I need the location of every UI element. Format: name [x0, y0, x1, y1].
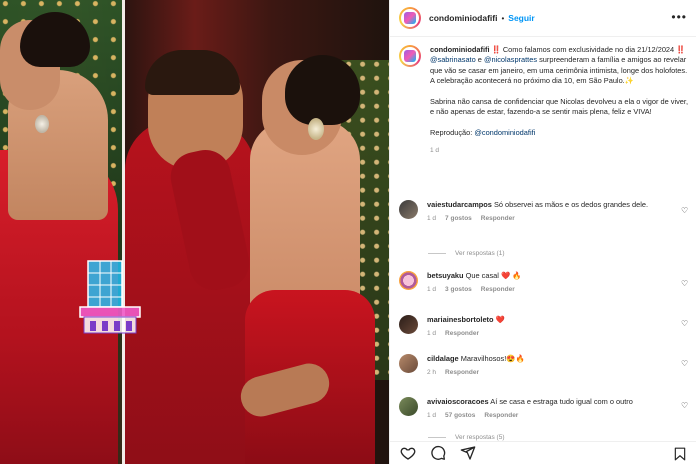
comment-username[interactable]: mariainesbortoleto	[427, 315, 494, 324]
comment-item: cildalage Maravilhosos!😍🔥 2 h Responder	[399, 354, 689, 376]
view-replies-label: Ver respostas (5)	[455, 434, 505, 441]
caption-text-b: e	[475, 55, 484, 65]
comment-item: avivaioscoracoes Aí se casa e estraga tu…	[399, 397, 689, 419]
watermark	[62, 235, 192, 345]
brand-logo-icon	[404, 50, 416, 62]
follow-button[interactable]: Seguir	[508, 13, 534, 23]
comment-body: cildalage Maravilhosos!😍🔥 2 h Responder	[427, 354, 667, 376]
post-image[interactable]	[0, 0, 389, 464]
comment-likes[interactable]: 3 gostos	[445, 286, 472, 293]
share-icon[interactable]	[460, 445, 476, 461]
caption-paragraph-3: Reprodução: @condominiodafifi	[430, 128, 689, 138]
profile-avatar[interactable]	[399, 7, 421, 29]
comment-avatar[interactable]	[399, 397, 418, 416]
comment-meta: 1 d Responder	[427, 330, 667, 337]
earring-left	[35, 115, 49, 133]
comment-time: 2 h	[427, 369, 437, 377]
comment-content: Que casal ❤️ 🔥	[465, 271, 522, 280]
caption-paragraph-1: condominiodafifi ‼️ Como falamos com exc…	[430, 45, 689, 87]
comment-like-heart-icon[interactable]: ♡	[681, 359, 690, 368]
view-replies-button[interactable]: Ver respostas (5)	[428, 434, 505, 441]
view-replies-label: Ver respostas (1)	[455, 250, 505, 257]
replies-line	[428, 253, 446, 254]
separator-dot: •	[501, 13, 505, 23]
comment-meta: 2 h Responder	[427, 369, 667, 376]
comment-meta: 1 d 3 gostos Responder	[427, 286, 667, 293]
caption-timestamp: 1 d	[430, 147, 440, 155]
replies-line	[428, 437, 446, 438]
earring-right	[308, 118, 324, 140]
comment-text: cildalage Maravilhosos!😍🔥	[427, 354, 667, 364]
reply-button[interactable]: Responder	[481, 286, 515, 293]
comment-content: Maravilhosos!😍🔥	[460, 354, 525, 363]
reply-button[interactable]: Responder	[484, 412, 518, 419]
comment-time: 1 d	[427, 330, 437, 338]
caption-avatar[interactable]	[399, 45, 421, 67]
comment-likes[interactable]: 7 gostos	[445, 215, 472, 222]
action-bar	[390, 441, 696, 464]
comment-body: avivaioscoracoes Aí se casa e estraga tu…	[427, 397, 667, 419]
comment-likes[interactable]: 57 gostos	[445, 412, 475, 419]
header-username[interactable]: condominiodafifi	[429, 13, 497, 23]
comment-item: mariainesbortoleto ❤️ 1 d Responder	[399, 315, 689, 337]
comment-username[interactable]: vaiestudarcampos	[427, 200, 492, 209]
comment-avatar[interactable]	[399, 271, 418, 290]
view-replies-button[interactable]: Ver respostas (1)	[428, 250, 505, 257]
man-hair	[145, 50, 240, 95]
comment-body: vaiestudarcampos Só observei as mãos e o…	[427, 200, 667, 222]
comment-meta: 1 d 57 gostos Responder	[427, 412, 667, 419]
comment-content: Aí se casa e estraga tudo igual com o ou…	[490, 397, 633, 406]
comment-text: vaiestudarcampos Só observei as mãos e o…	[427, 200, 667, 210]
brand-logo-icon	[404, 12, 416, 24]
bookmark-icon[interactable]	[673, 446, 687, 462]
comment-avatar[interactable]	[399, 315, 418, 334]
comment-icon[interactable]	[430, 445, 446, 461]
reply-button[interactable]: Responder	[445, 369, 479, 376]
avatar-ring	[401, 9, 419, 27]
reply-button[interactable]: Responder	[445, 330, 479, 337]
caption-body: condominiodafifi ‼️ Como falamos com exc…	[430, 45, 689, 156]
caption-username[interactable]: condominiodafifi	[430, 45, 490, 54]
comment-username[interactable]: cildalage	[427, 354, 459, 363]
mention-link[interactable]: @nicolasprattes	[484, 55, 537, 64]
comment-text: mariainesbortoleto ❤️	[427, 315, 667, 325]
comment-username[interactable]: avivaioscoracoes	[427, 397, 489, 406]
heart-icon[interactable]	[400, 445, 416, 461]
comment-item: betsuyaku Que casal ❤️ 🔥 1 d 3 gostos Re…	[399, 271, 689, 293]
comment-time: 1 d	[427, 215, 437, 223]
comment-text: betsuyaku Que casal ❤️ 🔥	[427, 271, 667, 281]
comment-content: ❤️	[495, 315, 505, 324]
mention-link[interactable]: @condominiodafifi	[474, 128, 535, 137]
reply-button[interactable]: Responder	[481, 215, 515, 222]
woman-hair	[285, 55, 360, 125]
comment-time: 1 d	[427, 286, 437, 294]
comment-text: avivaioscoracoes Aí se casa e estraga tu…	[427, 397, 667, 407]
comment-like-heart-icon[interactable]: ♡	[681, 279, 690, 288]
comment-like-heart-icon[interactable]: ♡	[681, 319, 690, 328]
comment-like-heart-icon[interactable]: ♡	[681, 206, 690, 215]
comment-item: vaiestudarcampos Só observei as mãos e o…	[399, 200, 689, 222]
credit-label: Reprodução:	[430, 128, 475, 138]
comment-meta: 1 d 7 gostos Responder	[427, 215, 667, 222]
comment-time: 1 d	[427, 412, 437, 420]
post-header: condominiodafifi • Seguir •••	[390, 0, 696, 37]
comment-body: betsuyaku Que casal ❤️ 🔥 1 d 3 gostos Re…	[427, 271, 667, 293]
comment-like-heart-icon[interactable]: ♡	[681, 401, 690, 410]
comment-username[interactable]: betsuyaku	[427, 271, 464, 280]
more-options-icon[interactable]: •••	[671, 10, 687, 24]
comment-content: Só observei as mãos e os dedos grandes d…	[493, 200, 649, 209]
caption: condominiodafifi ‼️ Como falamos com exc…	[399, 45, 689, 156]
comment-avatar[interactable]	[399, 200, 418, 219]
comment-avatar[interactable]	[399, 354, 418, 373]
post-panel: condominiodafifi • Seguir ••• condominio…	[389, 0, 696, 464]
caption-paragraph-2: Sabrina não cansa de confidenciar que Ni…	[430, 97, 689, 117]
mention-link[interactable]: @sabrinasato	[430, 55, 476, 64]
watermark-building-icon	[79, 260, 141, 334]
avatar-ring	[401, 47, 419, 65]
caption-text-a: ‼️ Como falamos com exclusividade no dia…	[489, 45, 686, 54]
comment-body: mariainesbortoleto ❤️ 1 d Responder	[427, 315, 667, 337]
